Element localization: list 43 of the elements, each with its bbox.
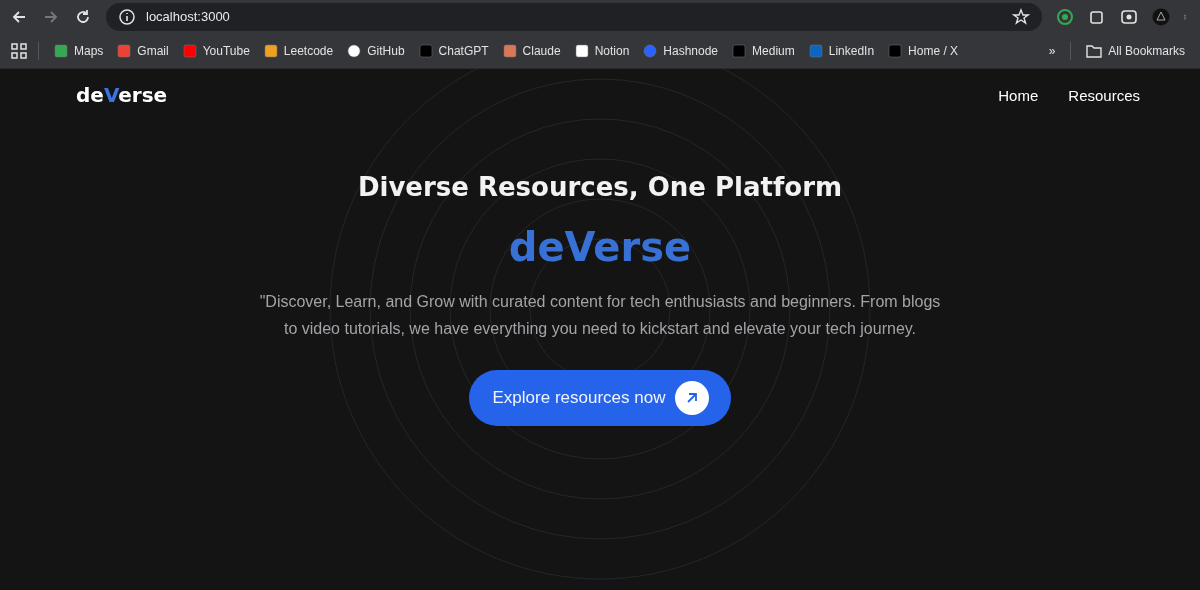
bookmark-link[interactable]: YouTube (177, 40, 255, 61)
address-bar[interactable]: localhost:3000 (106, 2, 1042, 31)
bookmark-link[interactable]: Gmail (112, 40, 174, 61)
bookmark-link[interactable]: Medium (727, 40, 800, 61)
bookmark-link[interactable]: Maps (49, 40, 109, 61)
logo[interactable]: deVerse (76, 83, 168, 107)
bookmark-link[interactable]: GitHub (342, 40, 410, 61)
bookmark-icon (574, 43, 589, 58)
explore-button[interactable]: Explore resources now (468, 370, 732, 426)
hero-heading: Diverse Resources, One Platform (357, 172, 843, 202)
bookmark-icon (808, 43, 823, 58)
star-icon[interactable] (1012, 7, 1030, 26)
overflow-button[interactable]: » (1043, 40, 1061, 61)
brand-title: deVerse (508, 224, 692, 270)
nav-link[interactable]: Home (998, 86, 1039, 104)
bookmark-icon (347, 43, 362, 58)
bookmark-link[interactable]: Leetcode (258, 40, 339, 61)
bookmark-icon (182, 43, 197, 58)
bookmark-link[interactable]: Hashnode (638, 40, 724, 61)
reload-icon[interactable] (74, 7, 92, 26)
bookmark-icon (643, 43, 658, 58)
bookmark-icon (732, 43, 747, 58)
bookmark-link[interactable]: LinkedIn (803, 40, 880, 61)
bookmark-link[interactable]: ChatGPT (413, 40, 494, 61)
bookmark-icon (502, 43, 517, 58)
camera-icon[interactable] (1120, 7, 1138, 26)
url-text: localhost:3000 (146, 9, 230, 24)
folder-icon (1086, 43, 1103, 58)
bookmark-icon (418, 43, 433, 58)
bookmark-link[interactable]: Notion (569, 40, 635, 61)
bookmark-icon (54, 43, 68, 58)
bookmark-icon (888, 43, 903, 58)
apps-icon[interactable] (10, 41, 28, 60)
info-icon[interactable] (118, 7, 136, 26)
extension-icon[interactable] (1056, 7, 1074, 26)
avatar-icon[interactable] (1152, 7, 1170, 26)
bookmark-icon (117, 43, 132, 58)
nav-link[interactable]: Resources (1068, 86, 1140, 104)
hero-description: "Discover, Learn, and Grow with curated content for tech enthusiasts and beginners. From blogs to video tutorials, we have everything you need to kickstart and elevate your tech journey. (258, 292, 942, 339)
bookmark-icon (263, 43, 278, 58)
bookmark-link[interactable]: Claude (497, 40, 566, 61)
all-bookmarks-link[interactable]: All Bookmarks (1081, 40, 1190, 61)
bookmark-link[interactable]: Home / X (883, 40, 964, 61)
